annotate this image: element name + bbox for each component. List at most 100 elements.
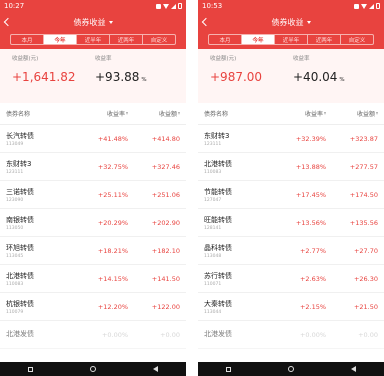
table-row[interactable]: 东财转3 123111 +32.75% +327.46 <box>0 153 186 181</box>
back-arrow-icon[interactable] <box>201 17 211 27</box>
bond-code: 113050 <box>6 225 24 231</box>
table-row[interactable]: 北港发债 +0.00% +0.00 <box>198 321 384 349</box>
title-dropdown[interactable]: 债券收益 <box>272 17 311 28</box>
bond-list: 长汽转债 113049 +41.48% +414.80 东财转3 123111 +32.7… <box>0 125 186 349</box>
tab-custom[interactable]: 自定义 <box>143 35 175 44</box>
back-arrow-icon[interactable] <box>3 17 13 27</box>
bond-name: 晶科转债 <box>204 243 232 252</box>
bond-income: +327.46 <box>151 162 180 171</box>
period-tabs: 本月 今年 近半年 近两年 自定义 <box>10 34 176 45</box>
column-header-income[interactable]: 收益额 <box>326 109 378 118</box>
screenshot: 10:27 债券收益 本月 今年 近半年 近两年 自定义 收益额(元) +1,6… <box>0 0 384 376</box>
sort-down-icon <box>178 112 180 115</box>
table-row[interactable]: 南银转债 113050 +20.29% +202.90 <box>0 209 186 237</box>
column-header-rate[interactable]: 收益率 <box>76 109 129 118</box>
bond-rate: +13.88% <box>295 162 327 171</box>
recent-apps-icon[interactable] <box>28 366 34 372</box>
table-row[interactable]: 杭银转债 110079 +12.20% +122.00 <box>0 293 186 321</box>
tab-two-years[interactable]: 近两年 <box>110 35 143 44</box>
back-icon[interactable] <box>152 366 158 372</box>
back-icon[interactable] <box>350 366 356 372</box>
table-row[interactable]: 三诺转债 123090 +25.11% +251.06 <box>0 181 186 209</box>
bond-rate: +13.56% <box>295 218 327 227</box>
column-header-rate[interactable]: 收益率 <box>274 109 327 118</box>
profit-value: +987.00 <box>210 70 263 84</box>
app-header: 债券收益 <box>198 12 384 32</box>
recent-apps-icon[interactable] <box>226 366 232 372</box>
rate-value: +40.04 <box>293 70 338 84</box>
table-row[interactable]: 长汽转债 113049 +41.48% +414.80 <box>0 125 186 153</box>
bond-rate: +18.21% <box>97 246 129 255</box>
bond-income: +21.50 <box>353 302 378 311</box>
table-header: 债券名称 收益率 收益额 <box>0 103 186 125</box>
table-row[interactable]: 苏行转债 110071 +2.63% +26.30 <box>198 265 384 293</box>
system-nav-bar <box>198 362 384 376</box>
app-header: 债券收益 <box>0 12 186 32</box>
status-icons <box>354 3 380 9</box>
table-row[interactable]: 北港转债 110083 +14.15% +141.50 <box>0 265 186 293</box>
home-icon[interactable] <box>287 366 294 372</box>
table-row[interactable]: 晶科转债 113048 +2.77% +27.70 <box>198 237 384 265</box>
rate-value-wrap: +40.04% <box>293 70 376 84</box>
bond-income: +141.50 <box>151 274 180 283</box>
tab-custom[interactable]: 自定义 <box>341 35 373 44</box>
period-tabs-bar: 本月 今年 近半年 近两年 自定义 <box>0 32 186 49</box>
tab-this-year[interactable]: 今年 <box>44 35 77 44</box>
tab-half-year[interactable]: 近半年 <box>275 35 308 44</box>
status-icons <box>156 3 182 9</box>
table-header: 债券名称 收益率 收益额 <box>198 103 384 125</box>
tab-this-month[interactable]: 本月 <box>209 35 242 44</box>
rate-summary: 收益率 +93.88% <box>95 54 178 103</box>
bond-code: 113045 <box>6 253 24 259</box>
tab-this-month[interactable]: 本月 <box>11 35 44 44</box>
bond-name: 杭银转债 <box>6 299 34 308</box>
bond-code: 123111 <box>204 141 222 147</box>
bond-income: +414.80 <box>151 134 180 143</box>
bond-code: 113049 <box>6 141 24 147</box>
bond-income: +174.50 <box>349 190 378 199</box>
tab-half-year[interactable]: 近半年 <box>77 35 110 44</box>
period-tabs: 本月 今年 近半年 近两年 自定义 <box>208 34 374 45</box>
rate-label: 收益率 <box>293 56 310 62</box>
home-icon[interactable] <box>89 366 96 372</box>
table-row[interactable]: 节能转债 127047 +17.45% +174.50 <box>198 181 384 209</box>
profit-label: 收益额(元) <box>210 56 237 62</box>
bond-name: 南银转债 <box>6 215 34 224</box>
tab-this-year[interactable]: 今年 <box>242 35 275 44</box>
bond-income: +122.00 <box>151 302 180 311</box>
bond-income: +0.00 <box>160 330 180 339</box>
table-row[interactable]: 大秦转债 113044 +2.15% +21.50 <box>198 293 384 321</box>
bond-name: 北港发债 <box>204 330 232 338</box>
bond-code: 128141 <box>204 225 222 231</box>
status-bar: 10:27 <box>0 0 186 12</box>
table-row[interactable]: 东财转3 123111 +32.39% +323.87 <box>198 125 384 153</box>
battery-icon <box>376 3 380 9</box>
bond-rate: +12.20% <box>97 302 129 311</box>
table-row[interactable]: 北港转债 110083 +13.88% +277.57 <box>198 153 384 181</box>
battery-icon <box>178 3 182 9</box>
column-header-rate-label: 收益率 <box>305 111 324 118</box>
table-row[interactable]: 环旭转债 113045 +18.21% +182.10 <box>0 237 186 265</box>
wifi-icon <box>163 3 169 9</box>
bond-name: 大秦转债 <box>204 299 232 308</box>
page-title: 债券收益 <box>73 17 106 27</box>
bond-rate: +17.45% <box>295 190 327 199</box>
system-nav-bar <box>0 362 186 376</box>
bond-code: 113044 <box>204 309 222 315</box>
title-dropdown[interactable]: 债券收益 <box>74 17 113 28</box>
table-row[interactable]: 北港发债 +0.00% +0.00 <box>0 321 186 349</box>
sort-down-icon <box>376 112 378 115</box>
bond-code: 110083 <box>204 169 222 175</box>
status-bar: 10:53 <box>198 0 384 12</box>
tab-two-years[interactable]: 近两年 <box>308 35 341 44</box>
rate-label: 收益率 <box>95 56 112 62</box>
period-tabs-bar: 本月 今年 近半年 近两年 自定义 <box>198 32 384 49</box>
table-row[interactable]: 旺能转债 128141 +13.56% +135.56 <box>198 209 384 237</box>
bond-income: +26.30 <box>353 274 378 283</box>
column-header-income[interactable]: 收益额 <box>128 109 180 118</box>
bond-income: +27.70 <box>353 246 378 255</box>
bond-name: 苏行转债 <box>204 271 232 280</box>
column-header-name: 债券名称 <box>6 111 31 118</box>
bond-rate: +2.77% <box>299 246 327 255</box>
bond-code: 123090 <box>6 197 24 203</box>
